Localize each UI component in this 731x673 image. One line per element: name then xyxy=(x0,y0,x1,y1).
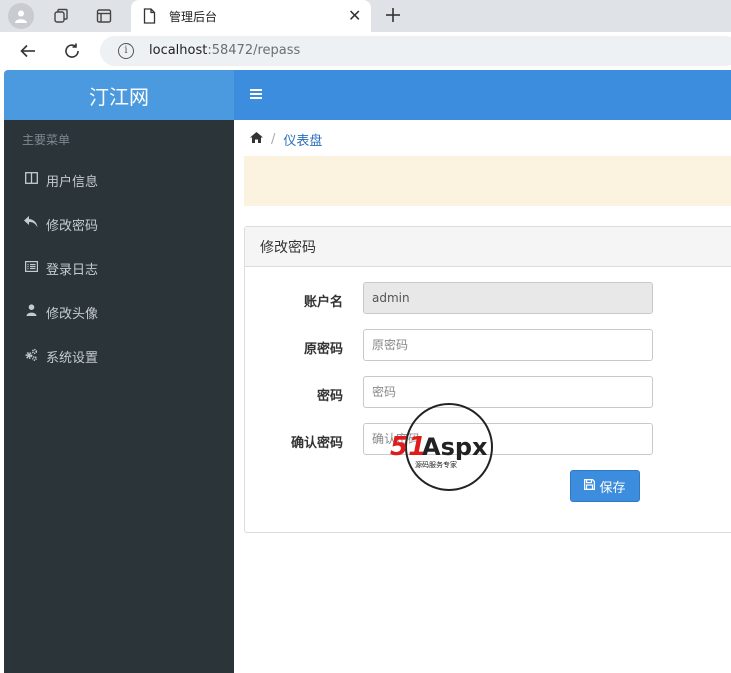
breadcrumb-dashboard-link[interactable]: 仪表盘 xyxy=(283,130,322,149)
password-label: 密码 xyxy=(316,389,343,404)
save-button-label: 保存 xyxy=(599,480,626,496)
breadcrumb-separator: / xyxy=(271,132,276,147)
list-alt-icon xyxy=(22,260,40,276)
sidebar-item-system-settings[interactable]: 系统设置 xyxy=(4,334,234,378)
svg-text:51: 51 xyxy=(390,432,426,462)
save-button[interactable]: 保存 xyxy=(570,470,640,502)
watermark-subtext: 源码服务专家 xyxy=(415,460,457,469)
menu-toggle-icon[interactable] xyxy=(250,86,262,104)
sidebar-item-user-info[interactable]: 用户信息 xyxy=(4,158,234,202)
sidebar-item-change-avatar[interactable]: 修改头像 xyxy=(4,290,234,334)
watermark-aspx: Aspx xyxy=(422,433,488,461)
tab-admin[interactable]: 管理后台 ✕ xyxy=(131,0,371,32)
breadcrumb: / 仪表盘 xyxy=(250,130,322,149)
menu-header: 主要菜单 xyxy=(22,133,71,147)
floppy-disk-icon xyxy=(584,479,596,493)
reply-icon xyxy=(22,216,40,232)
watermark-logo: 51 Aspx 源码服务专家 xyxy=(387,403,507,493)
sidebar-item-label: 系统设置 xyxy=(46,350,99,366)
address-bar-row: i localhost:58472/repass xyxy=(0,32,731,70)
columns-icon xyxy=(22,172,40,188)
brand-logo[interactable]: 汀江网 xyxy=(4,70,234,120)
sidebar-item-label: 修改头像 xyxy=(46,306,99,322)
sidebar-item-change-password[interactable]: 修改密码 xyxy=(4,202,234,246)
old-password-label: 原密码 xyxy=(303,342,343,357)
back-arrow-icon[interactable] xyxy=(16,39,40,63)
tab-actions-icon[interactable] xyxy=(91,4,117,28)
top-navbar xyxy=(234,70,731,120)
sidebar-item-label: 修改密码 xyxy=(46,218,99,234)
main-content: / 仪表盘 修改密码 账户名 原密码 密码 确认密码 保存 xyxy=(234,120,731,673)
alert-banner xyxy=(244,156,731,206)
page-icon xyxy=(143,8,156,28)
sidebar-item-label: 用户信息 xyxy=(46,174,99,190)
new-tab-icon[interactable] xyxy=(380,3,406,27)
tab-title: 管理后台 xyxy=(169,10,218,24)
url-text: localhost:58472/repass xyxy=(149,43,301,58)
home-icon[interactable] xyxy=(250,132,263,147)
panel-title: 修改密码 xyxy=(245,227,731,267)
sidebar-item-label: 登录日志 xyxy=(46,262,99,278)
close-tab-icon[interactable]: ✕ xyxy=(348,6,361,25)
reload-icon[interactable] xyxy=(60,39,84,63)
site-info-icon[interactable]: i xyxy=(118,43,134,59)
sidebar-item-login-log[interactable]: 登录日志 xyxy=(4,246,234,290)
workspaces-icon[interactable] xyxy=(48,4,74,28)
url-input[interactable]: i localhost:58472/repass xyxy=(100,36,731,66)
admin-app: 汀江网 主要菜单 用户信息 修改密码 登录日志 修改头像 系统设置 / 仪表盘 … xyxy=(4,70,731,673)
confirm-password-label: 确认密码 xyxy=(290,436,343,451)
browser-tabstrip: 管理后台 ✕ xyxy=(0,0,731,32)
sidebar: 主要菜单 用户信息 修改密码 登录日志 修改头像 系统设置 xyxy=(4,120,234,673)
account-field xyxy=(363,282,653,314)
user-icon xyxy=(22,304,40,320)
profile-avatar-icon[interactable] xyxy=(8,3,34,29)
old-password-field[interactable] xyxy=(363,329,653,361)
account-label: 账户名 xyxy=(303,295,343,310)
cogs-icon xyxy=(22,348,40,365)
